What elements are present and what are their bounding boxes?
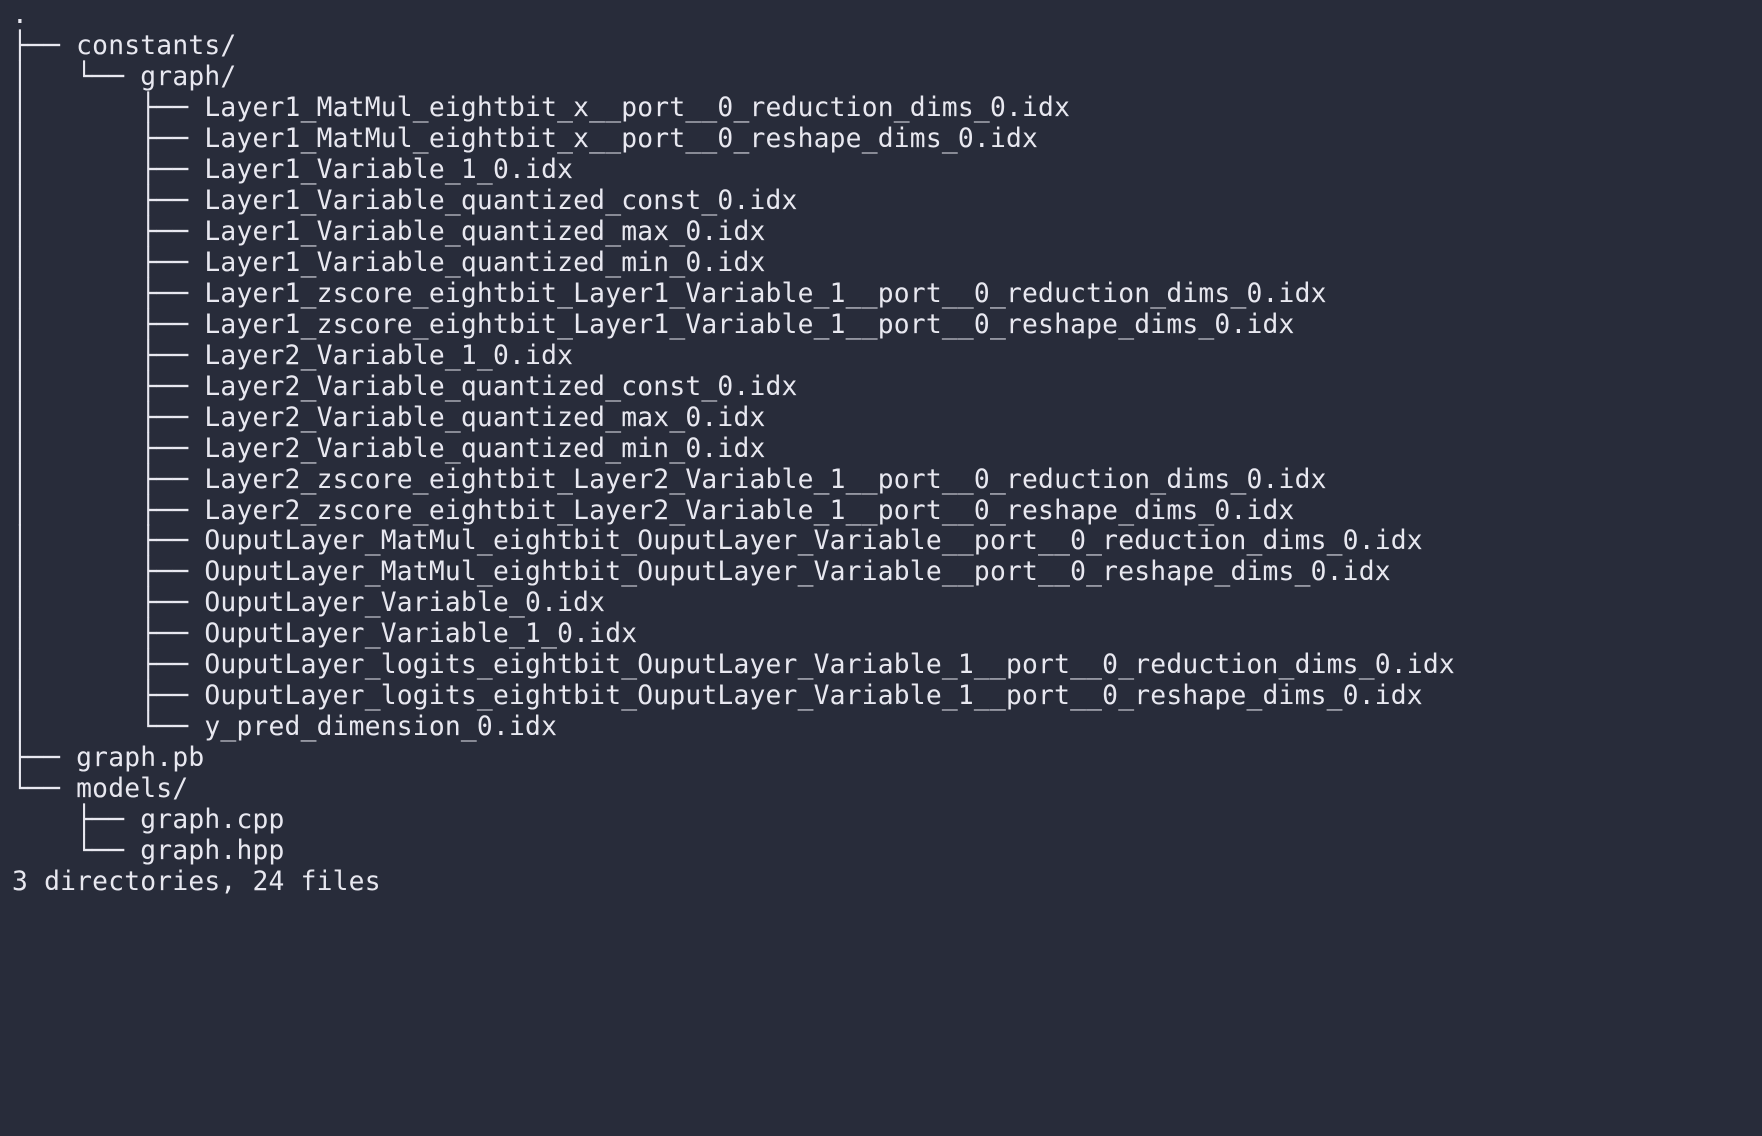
tree-branch-prefix: │ ├── bbox=[12, 619, 204, 649]
tree-entry: Layer2_zscore_eightbit_Layer2_Variable_1… bbox=[204, 465, 1326, 495]
tree-branch-prefix: │ ├── bbox=[12, 341, 204, 371]
tree-entry: models/ bbox=[76, 774, 188, 804]
tree-branch-prefix: │ ├── bbox=[12, 681, 204, 711]
tree-entry: OuputLayer_logits_eightbit_OuputLayer_Va… bbox=[204, 681, 1422, 711]
tree-branch-prefix: │ ├── bbox=[12, 372, 204, 402]
tree-branch-prefix: │ ├── bbox=[12, 186, 204, 216]
tree-entry: OuputLayer_Variable_1_0.idx bbox=[204, 619, 637, 649]
tree-entry: Layer1_zscore_eightbit_Layer1_Variable_1… bbox=[204, 279, 1326, 309]
tree-branch-prefix: │ ├── bbox=[12, 650, 204, 680]
tree-entry: Layer2_Variable_quantized_max_0.idx bbox=[204, 403, 765, 433]
tree-entry: graph.pb bbox=[76, 743, 204, 773]
tree-branch-prefix: │ ├── bbox=[12, 434, 204, 464]
tree-entry: Layer1_Variable_quantized_const_0.idx bbox=[204, 186, 797, 216]
tree-branch-prefix: │ ├── bbox=[12, 155, 204, 185]
tree-entry: Layer2_Variable_1_0.idx bbox=[204, 341, 573, 371]
tree-entry: Layer1_Variable_quantized_min_0.idx bbox=[204, 248, 765, 278]
tree-entry: Layer2_Variable_quantized_min_0.idx bbox=[204, 434, 765, 464]
tree-entry: OuputLayer_MatMul_eightbit_OuputLayer_Va… bbox=[204, 557, 1390, 587]
tree-summary: 3 directories, 24 files bbox=[12, 867, 381, 897]
tree-entry: graph.cpp bbox=[140, 805, 284, 835]
tree-entry: y_pred_dimension_0.idx bbox=[204, 712, 557, 742]
tree-entry: Layer1_MatMul_eightbit_x__port__0_reshap… bbox=[204, 124, 1038, 154]
tree-entry: Layer1_MatMul_eightbit_x__port__0_reduct… bbox=[204, 93, 1070, 123]
tree-branch-prefix: └── bbox=[12, 836, 140, 866]
tree-entry: graph.hpp bbox=[140, 836, 284, 866]
tree-root: . bbox=[12, 0, 28, 30]
tree-branch-prefix: ├── bbox=[12, 31, 76, 61]
tree-branch-prefix: ├── bbox=[12, 805, 140, 835]
tree-branch-prefix: └── bbox=[12, 774, 76, 804]
tree-entry: Layer1_Variable_1_0.idx bbox=[204, 155, 573, 185]
tree-entry: Layer1_zscore_eightbit_Layer1_Variable_1… bbox=[204, 310, 1294, 340]
tree-entry: Layer2_zscore_eightbit_Layer2_Variable_1… bbox=[204, 496, 1294, 526]
tree-output: . ├── constants/ │ └── graph/ │ ├── Laye… bbox=[0, 0, 1762, 898]
tree-branch-prefix: │ ├── bbox=[12, 248, 204, 278]
tree-entry: constants/ bbox=[76, 31, 236, 61]
tree-entry: OuputLayer_MatMul_eightbit_OuputLayer_Va… bbox=[204, 526, 1422, 556]
tree-entry: graph/ bbox=[140, 62, 236, 92]
tree-entry: OuputLayer_Variable_0.idx bbox=[204, 588, 605, 618]
tree-branch-prefix: │ ├── bbox=[12, 93, 204, 123]
tree-branch-prefix: │ ├── bbox=[12, 465, 204, 495]
tree-branch-prefix: ├── bbox=[12, 743, 76, 773]
tree-branch-prefix: │ ├── bbox=[12, 217, 204, 247]
tree-branch-prefix: │ ├── bbox=[12, 588, 204, 618]
tree-entry: OuputLayer_logits_eightbit_OuputLayer_Va… bbox=[204, 650, 1455, 680]
tree-branch-prefix: │ └── bbox=[12, 712, 204, 742]
tree-branch-prefix: │ ├── bbox=[12, 496, 204, 526]
tree-body: ├── constants/ │ └── graph/ │ ├── Layer1… bbox=[12, 31, 1455, 866]
tree-branch-prefix: │ ├── bbox=[12, 124, 204, 154]
tree-branch-prefix: │ ├── bbox=[12, 557, 204, 587]
tree-branch-prefix: │ └── bbox=[12, 62, 140, 92]
tree-branch-prefix: │ ├── bbox=[12, 310, 204, 340]
tree-branch-prefix: │ ├── bbox=[12, 526, 204, 556]
tree-branch-prefix: │ ├── bbox=[12, 279, 204, 309]
tree-branch-prefix: │ ├── bbox=[12, 403, 204, 433]
tree-entry: Layer1_Variable_quantized_max_0.idx bbox=[204, 217, 765, 247]
tree-entry: Layer2_Variable_quantized_const_0.idx bbox=[204, 372, 797, 402]
